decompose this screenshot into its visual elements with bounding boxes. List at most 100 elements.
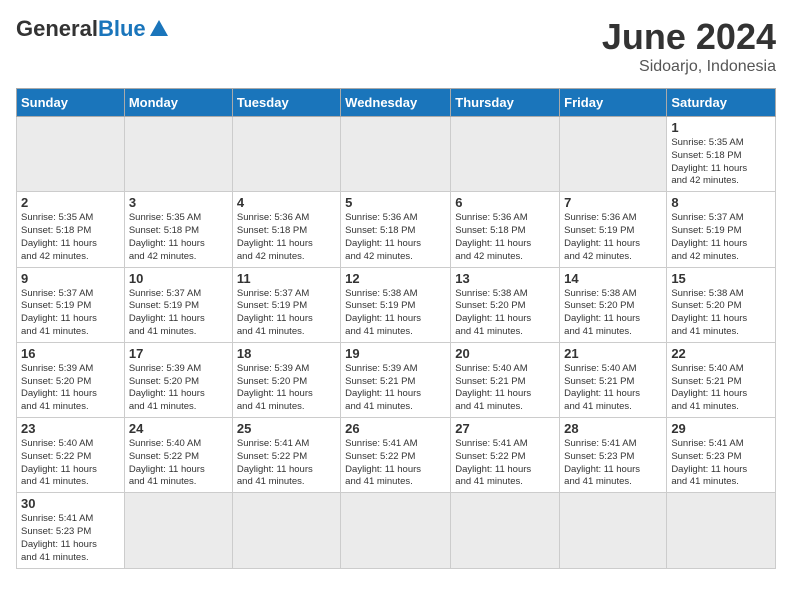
day-info: Sunrise: 5:35 AM Sunset: 5:18 PM Dayligh…	[129, 212, 228, 263]
day-number: 17	[129, 346, 228, 361]
day-info: Sunrise: 5:40 AM Sunset: 5:21 PM Dayligh…	[455, 363, 555, 414]
calendar-cell	[451, 493, 560, 568]
day-info: Sunrise: 5:40 AM Sunset: 5:21 PM Dayligh…	[564, 363, 662, 414]
day-info: Sunrise: 5:41 AM Sunset: 5:23 PM Dayligh…	[564, 438, 662, 489]
calendar-cell	[17, 117, 125, 192]
calendar-cell	[124, 493, 232, 568]
day-number: 7	[564, 195, 662, 210]
day-info: Sunrise: 5:41 AM Sunset: 5:22 PM Dayligh…	[237, 438, 336, 489]
day-number: 8	[671, 195, 771, 210]
day-number: 20	[455, 346, 555, 361]
day-number: 10	[129, 271, 228, 286]
day-info: Sunrise: 5:35 AM Sunset: 5:18 PM Dayligh…	[21, 212, 120, 263]
calendar-cell	[560, 117, 667, 192]
calendar-cell: 18Sunrise: 5:39 AM Sunset: 5:20 PM Dayli…	[232, 342, 340, 417]
day-info: Sunrise: 5:41 AM Sunset: 5:23 PM Dayligh…	[21, 513, 120, 564]
calendar-cell: 20 Sunrise: 5:40 AM Sunset: 5:21 PM Dayli…	[451, 342, 560, 417]
calendar-week-row: 2Sunrise: 5:35 AM Sunset: 5:18 PM Daylig…	[17, 192, 776, 267]
calendar-cell: 25 Sunrise: 5:41 AM Sunset: 5:22 PM Dayli…	[232, 418, 340, 493]
day-number: 29	[671, 421, 771, 436]
day-number: 26	[345, 421, 446, 436]
calendar-cell: 15 Sunrise: 5:38 AM Sunset: 5:20 PM Dayli…	[667, 267, 776, 342]
calendar-cell: 26Sunrise: 5:41 AM Sunset: 5:22 PM Dayli…	[341, 418, 451, 493]
day-header-saturday: Saturday	[667, 89, 776, 117]
calendar-cell: 4Sunrise: 5:36 AM Sunset: 5:18 PM Daylig…	[232, 192, 340, 267]
day-number: 12	[345, 271, 446, 286]
calendar-cell	[667, 493, 776, 568]
day-info: Sunrise: 5:36 AM Sunset: 5:19 PM Dayligh…	[564, 212, 662, 263]
calendar-cell: 19Sunrise: 5:39 AM Sunset: 5:21 PM Dayli…	[341, 342, 451, 417]
calendar-cell	[560, 493, 667, 568]
calendar-header-row: SundayMondayTuesdayWednesdayThursdayFrid…	[17, 89, 776, 117]
calendar-cell	[232, 117, 340, 192]
day-info: Sunrise: 5:36 AM Sunset: 5:18 PM Dayligh…	[345, 212, 446, 263]
day-info: Sunrise: 5:41 AM Sunset: 5:23 PM Dayligh…	[671, 438, 771, 489]
day-info: Sunrise: 5:39 AM Sunset: 5:20 PM Dayligh…	[129, 363, 228, 414]
logo-general-text: General	[16, 16, 98, 42]
calendar-cell: 21 Sunrise: 5:40 AM Sunset: 5:21 PM Dayli…	[560, 342, 667, 417]
day-number: 1	[671, 120, 771, 135]
day-info: Sunrise: 5:39 AM Sunset: 5:20 PM Dayligh…	[237, 363, 336, 414]
day-info: Sunrise: 5:37 AM Sunset: 5:19 PM Dayligh…	[671, 212, 771, 263]
calendar-cell	[124, 117, 232, 192]
calendar-cell	[341, 493, 451, 568]
calendar-cell: 10Sunrise: 5:37 AM Sunset: 5:19 PM Dayli…	[124, 267, 232, 342]
day-info: Sunrise: 5:38 AM Sunset: 5:20 PM Dayligh…	[671, 288, 771, 339]
calendar-cell: 29 Sunrise: 5:41 AM Sunset: 5:23 PM Dayli…	[667, 418, 776, 493]
day-info: Sunrise: 5:40 AM Sunset: 5:22 PM Dayligh…	[129, 438, 228, 489]
day-number: 19	[345, 346, 446, 361]
calendar-cell: 27 Sunrise: 5:41 AM Sunset: 5:22 PM Dayli…	[451, 418, 560, 493]
day-number: 11	[237, 271, 336, 286]
day-info: Sunrise: 5:41 AM Sunset: 5:22 PM Dayligh…	[455, 438, 555, 489]
location-subtitle: Sidoarjo, Indonesia	[602, 58, 776, 76]
day-number: 25	[237, 421, 336, 436]
day-header-thursday: Thursday	[451, 89, 560, 117]
calendar-cell: 28 Sunrise: 5:41 AM Sunset: 5:23 PM Dayli…	[560, 418, 667, 493]
day-number: 6	[455, 195, 555, 210]
day-info: Sunrise: 5:39 AM Sunset: 5:20 PM Dayligh…	[21, 363, 120, 414]
calendar-cell: 23 Sunrise: 5:40 AM Sunset: 5:22 PM Dayli…	[17, 418, 125, 493]
day-number: 15	[671, 271, 771, 286]
day-number: 23	[21, 421, 120, 436]
calendar-cell: 16Sunrise: 5:39 AM Sunset: 5:20 PM Dayli…	[17, 342, 125, 417]
day-number: 30	[21, 496, 120, 511]
calendar-cell: 9Sunrise: 5:37 AM Sunset: 5:19 PM Daylig…	[17, 267, 125, 342]
month-year-title: June 2024	[602, 16, 776, 58]
calendar-cell	[341, 117, 451, 192]
day-number: 13	[455, 271, 555, 286]
calendar-cell: 24Sunrise: 5:40 AM Sunset: 5:22 PM Dayli…	[124, 418, 232, 493]
calendar-cell: 13 Sunrise: 5:38 AM Sunset: 5:20 PM Dayli…	[451, 267, 560, 342]
day-number: 28	[564, 421, 662, 436]
day-header-friday: Friday	[560, 89, 667, 117]
calendar-week-row: 9Sunrise: 5:37 AM Sunset: 5:19 PM Daylig…	[17, 267, 776, 342]
day-number: 22	[671, 346, 771, 361]
calendar-cell: 14Sunrise: 5:38 AM Sunset: 5:20 PM Dayli…	[560, 267, 667, 342]
title-block: June 2024 Sidoarjo, Indonesia	[602, 16, 776, 76]
day-number: 27	[455, 421, 555, 436]
page-header: General Blue June 2024 Sidoarjo, Indones…	[16, 16, 776, 76]
calendar-week-row: 23 Sunrise: 5:40 AM Sunset: 5:22 PM Dayli…	[17, 418, 776, 493]
day-number: 21	[564, 346, 662, 361]
day-info: Sunrise: 5:38 AM Sunset: 5:20 PM Dayligh…	[455, 288, 555, 339]
day-info: Sunrise: 5:36 AM Sunset: 5:18 PM Dayligh…	[455, 212, 555, 263]
calendar-cell: 22 Sunrise: 5:40 AM Sunset: 5:21 PM Dayli…	[667, 342, 776, 417]
calendar-cell: 7 Sunrise: 5:36 AM Sunset: 5:19 PM Daylig…	[560, 192, 667, 267]
day-info: Sunrise: 5:40 AM Sunset: 5:22 PM Dayligh…	[21, 438, 120, 489]
day-info: Sunrise: 5:36 AM Sunset: 5:18 PM Dayligh…	[237, 212, 336, 263]
day-header-tuesday: Tuesday	[232, 89, 340, 117]
calendar-cell: 12Sunrise: 5:38 AM Sunset: 5:19 PM Dayli…	[341, 267, 451, 342]
calendar-cell: 2Sunrise: 5:35 AM Sunset: 5:18 PM Daylig…	[17, 192, 125, 267]
calendar-week-row: 1Sunrise: 5:35 AM Sunset: 5:18 PM Daylig…	[17, 117, 776, 192]
day-number: 3	[129, 195, 228, 210]
day-number: 14	[564, 271, 662, 286]
calendar-cell	[451, 117, 560, 192]
day-info: Sunrise: 5:40 AM Sunset: 5:21 PM Dayligh…	[671, 363, 771, 414]
calendar-week-row: 30 Sunrise: 5:41 AM Sunset: 5:23 PM Dayli…	[17, 493, 776, 568]
calendar-week-row: 16Sunrise: 5:39 AM Sunset: 5:20 PM Dayli…	[17, 342, 776, 417]
day-number: 9	[21, 271, 120, 286]
calendar-cell: 3 Sunrise: 5:35 AM Sunset: 5:18 PM Daylig…	[124, 192, 232, 267]
calendar-cell: 1Sunrise: 5:35 AM Sunset: 5:18 PM Daylig…	[667, 117, 776, 192]
day-header-wednesday: Wednesday	[341, 89, 451, 117]
calendar-cell: 8 Sunrise: 5:37 AM Sunset: 5:19 PM Daylig…	[667, 192, 776, 267]
calendar-cell: 17 Sunrise: 5:39 AM Sunset: 5:20 PM Dayli…	[124, 342, 232, 417]
